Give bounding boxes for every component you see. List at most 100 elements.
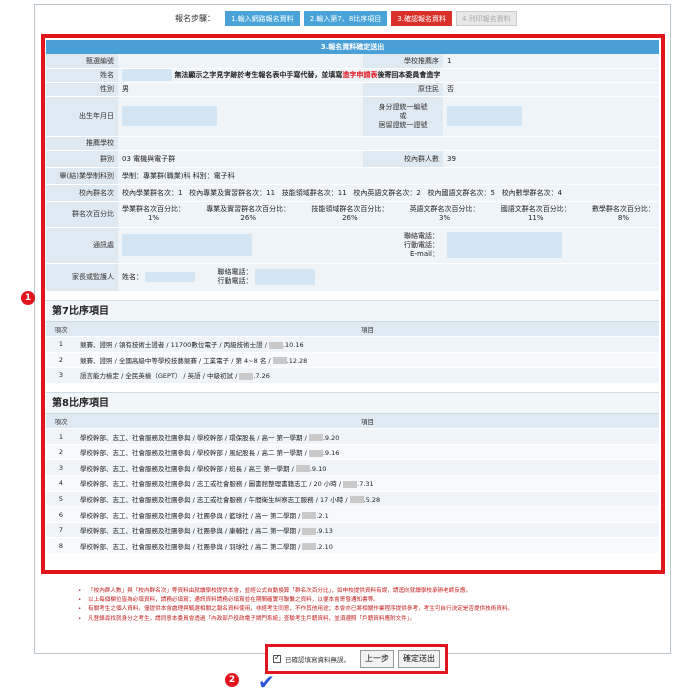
guardian-mobile-label: 行動電話：: [217, 277, 253, 285]
step-1[interactable]: 1.輸入網路報名資料: [225, 10, 300, 26]
row-item: 學校幹部、志工、社會服務及社團參與 / 志工或社會服務 / 午間衛生糾察志工服務…: [76, 491, 659, 508]
check-mark-icon: ✔: [258, 670, 275, 694]
serial-label: 甄選編號: [46, 54, 118, 69]
annotation-marker-2: 2: [225, 673, 239, 687]
birth-label: 出生年月日: [46, 96, 118, 137]
table-row: 3 學校幹部、志工、社會服務及社團參與 / 學校幹部 / 班長 / 高三 第一學期…: [46, 459, 659, 477]
rank-skill: 技能領域群名次：11: [281, 188, 347, 197]
pct-math-value: 8%: [617, 214, 629, 222]
pct-chinese: 國語文群名次百分比： 11%: [501, 205, 571, 223]
row-number: 3: [46, 459, 76, 477]
row-item: 學校幹部、志工、社會服務及社團參與 / 志工或社會服務 / 圖書館整理書籍志工 …: [76, 475, 659, 492]
section7-title: 第7比序項目: [46, 299, 659, 322]
pct-professional: 專業及實習群名次百分比： 26%: [206, 205, 290, 223]
school-count-label: 校內群人數: [363, 150, 443, 168]
guardian-contact-redacted: [254, 269, 315, 285]
serial-value: [118, 54, 363, 69]
row-number: 7: [46, 522, 76, 539]
confirm-checkbox-label: 已確認填寫資料無誤。: [285, 656, 350, 664]
row-number: 8: [46, 537, 76, 555]
annotation-marker-1: 1: [21, 291, 35, 305]
step-4-disabled: 4.列印報名資料: [455, 10, 517, 26]
group-label: 群別: [46, 150, 118, 168]
pct-english-value: 3%: [439, 214, 451, 222]
row-item-date: .9.13: [316, 527, 333, 536]
row-item-text: 學校幹部、志工、社會服務及社團參與 / 學校幹部 / 風紀股長 / 高二 第一學…: [80, 449, 309, 458]
step-3-current: 3.確認報名資料: [391, 10, 452, 26]
section7-table: 項次 項目 1 競賽、證照 / 領有技術士證者 / 11700數位電子 / 丙級技…: [46, 321, 659, 384]
prev-step-button[interactable]: 上一步: [360, 650, 394, 668]
date-redacted: [302, 527, 317, 535]
aboriginal-value: 否: [443, 82, 659, 97]
guardian-values: 姓名： 聯絡電話： 行動電話：: [118, 263, 659, 292]
rank-chinese: 校內國語文群名次：5: [427, 188, 495, 197]
step-2[interactable]: 2.輸入第7、8比序項目: [303, 10, 388, 26]
pct-values: 學業群名次百分比： 1% 專業及實習群名次百分比： 26% 技能領域群名次百分比： 2…: [118, 201, 659, 228]
row-item-text: 學校幹部、志工、社會服務及社團參與 / 志工或社會服務 / 午間衛生糾察志工服務…: [80, 495, 350, 504]
row-item: 學校幹部、志工、社會服務及社團參與 / 社團參與 / 康輔社 / 高二 第一學期…: [76, 522, 659, 539]
table-row: 2 競賽、證照 / 全國高級中等學校技藝競賽 / 工業電子 / 第 4~8 名 /…: [46, 352, 659, 369]
name-value: 無法顯示之字見字跡於考生報名表中手寫代替，並填寫造字申請表後寄回本委員會造字: [118, 68, 659, 83]
address-redacted: [122, 234, 252, 256]
address-value: [118, 227, 363, 264]
guardian-phone-label: 聯絡電話：: [217, 268, 253, 276]
date-redacted: [349, 496, 364, 504]
id-label-2: 或: [399, 111, 407, 120]
guardian-contact-labels: 聯絡電話： 行動電話：: [217, 268, 252, 286]
date-redacted: [272, 357, 287, 365]
note-item: 「校內群人數」與「校內群名次」等資料由就讀學校提供本會，並經公式自動換算「群名次…: [78, 587, 668, 596]
note-item: 以上每個欄位皆為必填資料，請務必填寫；通訊資料請務必填寫並在期間確實可聯繫之資料…: [78, 596, 668, 605]
row-item-text: 學校幹部、志工、社會服務及社團參與 / 社團參與 / 籃球社 / 高一 第二學期…: [80, 511, 303, 520]
id-label-3: 居留證統一證號: [378, 120, 428, 129]
date-redacted: [308, 449, 323, 457]
row-item: 學校幹部、志工、社會服務及社團參與 / 社團參與 / 籃球社 / 高一 第二學期…: [76, 506, 659, 523]
gender-value: 男: [118, 82, 363, 97]
name-note-link[interactable]: 造字申請表: [342, 71, 377, 79]
row-item-text: 學校幹部、志工、社會服務及社團參與 / 社團參與 / 羽球社 / 高二 第二學期…: [80, 542, 303, 551]
row-item: 競賽、證照 / 領有技術士證者 / 11700數位電子 / 丙級技術士證 / .…: [76, 336, 659, 353]
col-no: 項次: [46, 413, 76, 430]
row-number: 2: [46, 444, 76, 461]
date-redacted: [268, 341, 283, 349]
pct-label: 群名次百分比: [46, 201, 118, 228]
id-label: 身分證統一編號 或 居留證統一證號: [363, 96, 443, 137]
row-item: 學校幹部、志工、社會服務及社團參與 / 學校幹部 / 風紀股長 / 高二 第一學…: [76, 444, 659, 461]
date-redacted: [239, 372, 254, 380]
row-item-date: .7.26: [253, 372, 270, 381]
row-item-date: .2.10: [316, 542, 333, 551]
date-redacted: [343, 480, 358, 488]
row-item: 學校幹部、志工、社會服務及社團參與 / 學校幹部 / 班長 / 高三 第一學期 …: [76, 459, 659, 477]
group-value: 03 電機與電子群: [118, 150, 363, 168]
confirm-box: 已確認填寫資料無誤。 上一步 確定送出: [265, 644, 448, 674]
row-number: 4: [46, 475, 76, 492]
table-row: 1 競賽、證照 / 領有技術士證者 / 11700數位電子 / 丙級技術士證 / …: [46, 336, 659, 353]
submit-button[interactable]: 確定送出: [398, 650, 440, 668]
school-label: 推薦學校: [46, 136, 118, 151]
table-row: 8 學校幹部、志工、社會服務及社團參與 / 社團參與 / 羽球社 / 高二 第二學…: [46, 537, 659, 555]
row-item: 競賽、證照 / 全國高級中等學校技藝競賽 / 工業電子 / 第 4~8 名 / …: [76, 352, 659, 369]
col-no: 項次: [46, 321, 76, 337]
row-item-date: .5.28: [363, 495, 381, 504]
date-redacted: [295, 465, 310, 473]
row-number: 3: [46, 367, 76, 384]
table-row: 2 學校幹部、志工、社會服務及社團參與 / 學校幹部 / 風紀股長 / 高二 第一…: [46, 444, 659, 461]
row-item-text: 競賽、證照 / 領有技術士證者 / 11700數位電子 / 丙級技術士證 /: [80, 341, 269, 350]
table-row: 7 學校幹部、志工、社會服務及社團參與 / 社團參與 / 康輔社 / 高二 第一學…: [46, 522, 659, 539]
row-item: 學校幹部、志工、社會服務及社團參與 / 社團參與 / 羽球社 / 高二 第二學期…: [76, 537, 659, 555]
row-item-date: .9.16: [322, 449, 340, 458]
row-item-date: .9.10: [309, 464, 327, 473]
row-item-date: .7.31: [357, 480, 374, 489]
rank-professional: 校內專業及實習群名次：11: [189, 188, 276, 197]
email-label: E-mail：: [410, 249, 439, 258]
rank-label: 校內群名次: [46, 184, 118, 202]
birth-value: [118, 96, 363, 137]
confirm-checkbox[interactable]: [273, 653, 281, 663]
row-item-date: .12.28: [286, 356, 308, 365]
contact-redacted: [447, 232, 562, 258]
row-item-date: .2.1: [316, 511, 329, 520]
row-item-text: 學校幹部、志工、社會服務及社團參與 / 志工或社會服務 / 圖書館整理書籍志工 …: [80, 480, 344, 489]
pct-skill: 技能領域群名次百分比： 26%: [311, 205, 388, 223]
pct-academic-label: 學業群名次百分比：: [122, 205, 185, 213]
section8-table: 項次 項目 1 學校幹部、志工、社會服務及社團參與 / 學校幹部 / 環保股長 /…: [46, 413, 659, 555]
date-redacted: [302, 512, 317, 520]
